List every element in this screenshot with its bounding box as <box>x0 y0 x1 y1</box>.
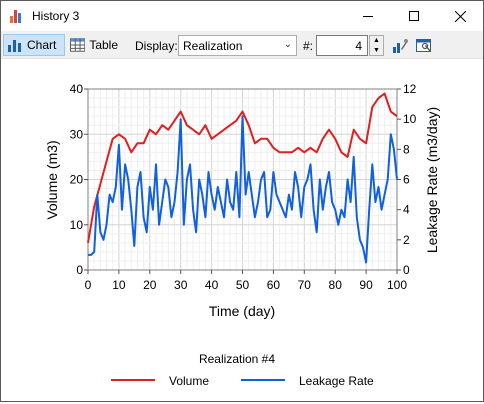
x-tick-label: 20 <box>143 278 157 292</box>
y-tick-label: 40 <box>70 82 84 96</box>
history-chart: 0 10 20 30 40 50 60 70 80 90 100 0 10 20 30 40 0 2 4 6 8 10… <box>44 82 440 388</box>
y2-tick-label: 0 <box>403 263 410 277</box>
x-tick-label: 70 <box>298 278 312 292</box>
chevron-down-icon: ⌄ <box>283 39 292 50</box>
y2-tick-label: 8 <box>403 142 410 156</box>
display-select[interactable]: Realization ⌄ <box>178 35 297 56</box>
y2-axis-label: Leakage Rate (m3/day) <box>424 107 440 253</box>
x-axis-label: Time (day) <box>209 303 275 319</box>
spin-down-icon[interactable]: ▼ <box>370 46 383 56</box>
maximize-button[interactable] <box>391 1 437 31</box>
x-tick-label: 80 <box>329 278 343 292</box>
x-tick-label: 90 <box>359 278 373 292</box>
y-tick-label: 20 <box>70 173 84 187</box>
bar-chart-icon <box>8 40 21 52</box>
y2-tick-label: 2 <box>403 233 410 247</box>
realization-spinner[interactable]: ▲ ▼ <box>369 35 384 56</box>
y2-tick-label: 4 <box>403 203 410 217</box>
table-view-button[interactable]: Table <box>67 34 121 56</box>
x-tick-label: 100 <box>387 278 407 292</box>
y2-axis-ticks: 0 2 4 6 8 10 12 <box>397 82 417 277</box>
y2-tick-label: 10 <box>403 112 417 126</box>
x-tick-label: 40 <box>205 278 219 292</box>
spin-up-icon[interactable]: ▲ <box>370 36 383 46</box>
display-label: Display: <box>135 39 178 53</box>
realization-number-input[interactable]: 4 <box>316 35 368 56</box>
window-title: History 3 <box>32 9 80 23</box>
table-icon <box>70 38 86 52</box>
y2-tick-label: 6 <box>403 173 410 187</box>
x-tick-label: 30 <box>174 278 188 292</box>
legend-volume-label: Volume <box>169 374 209 388</box>
y-axis-label: Volume (m3) <box>44 140 60 219</box>
chart-area: 0 10 20 30 40 50 60 70 80 90 100 0 10 20 30 40 0 2 4 6 8 10… <box>1 60 483 401</box>
x-tick-label: 50 <box>236 278 250 292</box>
x-tick-label: 10 <box>112 278 126 292</box>
chart-view-button[interactable]: Chart <box>3 34 65 56</box>
y-tick-label: 10 <box>70 218 84 232</box>
chart-app-icon <box>10 9 24 23</box>
close-icon <box>454 10 466 22</box>
close-button[interactable] <box>437 1 483 31</box>
x-tick-label: 0 <box>85 278 92 292</box>
table-view-label: Table <box>89 38 118 52</box>
minimize-icon <box>363 15 373 17</box>
toolbar: Chart Table Display: Realization ⌄ #: 4 … <box>1 31 483 59</box>
chart-title: Realization #4 <box>199 352 275 366</box>
title-bar: History 3 <box>1 1 483 31</box>
realization-number-label: #: <box>303 39 314 53</box>
window-settings-icon[interactable] <box>415 37 433 55</box>
legend-leakage-label: Leakage Rate <box>299 374 374 388</box>
minimize-button[interactable] <box>345 1 391 31</box>
chart-properties-icon[interactable] <box>391 37 409 55</box>
x-tick-label: 60 <box>267 278 281 292</box>
y2-tick-label: 12 <box>403 82 417 96</box>
y-tick-label: 30 <box>70 127 84 141</box>
maximize-icon <box>409 11 419 21</box>
chart-view-label: Chart <box>27 38 57 52</box>
y-tick-label: 0 <box>76 263 83 277</box>
display-select-value: Realization <box>183 39 243 53</box>
x-axis-ticks: 0 10 20 30 40 50 60 70 80 90 100 <box>85 270 407 292</box>
history-window: History 3 Chart Table Display: Realizati… <box>0 0 484 402</box>
y-axis-ticks: 0 10 20 30 40 <box>70 82 88 277</box>
